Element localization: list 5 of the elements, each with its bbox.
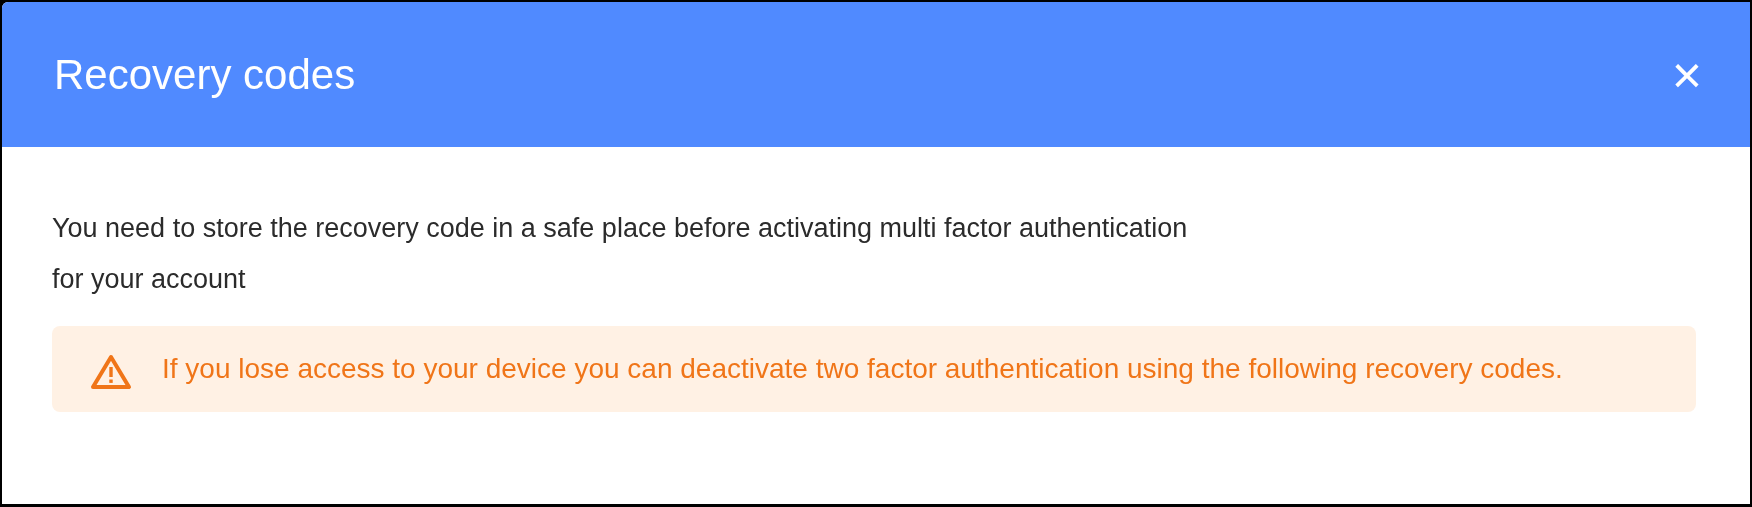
- warning-text: If you lose access to your device you can deactivate two factor authentication using the following recovery codes.: [162, 352, 1563, 386]
- dialog-title: Recovery codes: [54, 53, 356, 96]
- warning-icon: [90, 354, 132, 390]
- close-button[interactable]: ×: [1671, 48, 1702, 101]
- intro-text: You need to store the recovery code in a safe place before activating multi factor authentication for your account: [52, 212, 1189, 296]
